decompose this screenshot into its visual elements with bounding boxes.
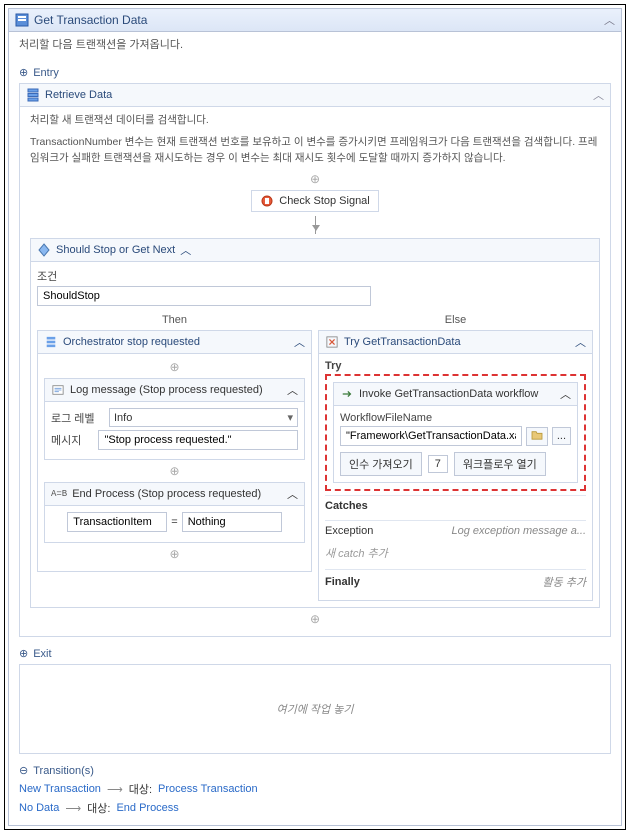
args-count: 7 — [428, 455, 448, 473]
collapse-icon[interactable]: ︿ — [287, 486, 298, 502]
transition-link[interactable]: No Data — [19, 802, 59, 814]
collapse-icon: ⊖ — [19, 764, 28, 777]
condition-input[interactable] — [37, 286, 371, 306]
then-label: Then — [37, 310, 312, 330]
assign-activity[interactable]: A=B End Process (Stop process requested)… — [44, 482, 305, 543]
transition-link[interactable]: New Transaction — [19, 783, 101, 795]
assign-left-input[interactable] — [67, 512, 167, 532]
add-activity-button[interactable]: ⊕ — [44, 547, 305, 561]
get-transaction-panel: Get Transaction Data ︿ 처리할 다음 트랜잭션을 가져옵니… — [8, 8, 622, 826]
panel-subtitle: 처리할 다음 트랜잭션을 가져옵니다. — [9, 32, 621, 58]
exception-row[interactable]: Exception Log exception message a... — [325, 520, 586, 541]
open-workflow-button[interactable]: 워크플로우 열기 — [454, 452, 546, 476]
retrieve-data-box: Retrieve Data ︿ 처리할 새 트랜잭션 데이터를 검색합니다. T… — [19, 83, 611, 637]
sequence-icon — [26, 88, 40, 102]
condition-label: 조건 — [37, 268, 593, 284]
catches-section[interactable]: Catches — [325, 495, 586, 516]
folder-icon[interactable] — [526, 427, 548, 446]
activity-icon — [260, 194, 274, 208]
state-icon — [15, 13, 29, 27]
import-args-button[interactable]: 인수 가져오기 — [340, 452, 422, 476]
else-branch: Try GetTransactionData ︿ Try — [318, 330, 593, 601]
entry-section[interactable]: ⊕ Entry — [19, 66, 611, 79]
add-activity-button[interactable]: ⊕ — [30, 612, 600, 626]
collapse-icon[interactable]: ︿ — [180, 242, 191, 258]
browse-button[interactable]: ... — [552, 427, 571, 445]
check-stop-node[interactable]: Check Stop Signal — [251, 190, 379, 212]
arrow-right-icon: ⟶ — [65, 802, 81, 815]
else-label: Else — [318, 310, 593, 330]
collapse-icon[interactable]: ︿ — [575, 334, 586, 350]
then-branch: Orchestrator stop requested ︿ ⊕ Log mess… — [37, 330, 312, 572]
log-level-select[interactable]: Info ▾ — [109, 408, 298, 427]
log-icon — [51, 383, 65, 397]
sequence-icon — [44, 335, 58, 349]
log-message-input[interactable] — [98, 430, 298, 450]
assign-right-input[interactable] — [182, 512, 282, 532]
transition-target-link[interactable]: Process Transaction — [158, 783, 258, 795]
arrow-right-icon: ⟶ — [107, 783, 123, 796]
workflow-file-input[interactable] — [340, 426, 522, 446]
finally-section[interactable]: Finally 활동 추가 — [325, 569, 586, 594]
panel-title: Get Transaction Data — [34, 13, 147, 27]
expand-icon: ⊕ — [19, 66, 28, 79]
assign-icon: A=B — [51, 489, 67, 499]
add-activity-button[interactable]: ⊕ — [44, 464, 305, 478]
transition-row: New Transaction ⟶ 대상: Process Transactio… — [19, 781, 611, 797]
transition-target-link[interactable]: End Process — [116, 802, 178, 814]
highlighted-region: Invoke GetTransactionData workflow ︿ Wor… — [325, 374, 586, 491]
expand-icon: ⊕ — [19, 647, 28, 660]
add-catch-link[interactable]: 새 catch 추가 — [325, 541, 586, 565]
collapse-icon[interactable]: ︿ — [593, 87, 604, 103]
if-title: Should Stop or Get Next — [56, 244, 175, 256]
collapse-icon[interactable]: ︿ — [287, 382, 298, 398]
transition-row: No Data ⟶ 대상: End Process — [19, 800, 611, 816]
retrieve-title: Retrieve Data — [45, 89, 112, 101]
retrieve-desc2: TransactionNumber 변수는 현재 트랜잭션 번호를 보유하고 이… — [30, 135, 600, 167]
drop-zone[interactable]: 여기에 작업 놓기 — [19, 664, 611, 754]
if-activity: Should Stop or Get Next ︿ 조건 Then — [30, 238, 600, 608]
exit-section[interactable]: ⊕ Exit — [19, 647, 611, 660]
transitions-list: New Transaction ⟶ 대상: Process Transactio… — [19, 781, 611, 816]
collapse-icon[interactable]: ︿ — [294, 334, 305, 350]
try-label: Try — [325, 360, 586, 372]
invoke-workflow-activity[interactable]: Invoke GetTransactionData workflow ︿ Wor… — [333, 382, 578, 483]
chevron-down-icon: ▾ — [287, 411, 293, 424]
panel-header: Get Transaction Data ︿ — [9, 9, 621, 32]
if-icon — [37, 243, 51, 257]
retrieve-desc1: 처리할 새 트랜잭션 데이터를 검색합니다. — [30, 113, 600, 129]
add-activity-button[interactable]: ⊕ — [30, 172, 600, 186]
try-catch-icon — [325, 335, 339, 349]
arrow-down-icon — [315, 216, 316, 234]
transitions-section[interactable]: ⊖ Transition(s) — [19, 764, 611, 777]
collapse-icon[interactable]: ︿ — [560, 386, 571, 402]
collapse-icon[interactable]: ︿ — [604, 12, 615, 28]
log-message-activity[interactable]: Log message (Stop process requested) ︿ 로… — [44, 378, 305, 460]
add-activity-button[interactable]: ⊕ — [44, 360, 305, 374]
invoke-icon — [340, 387, 354, 401]
